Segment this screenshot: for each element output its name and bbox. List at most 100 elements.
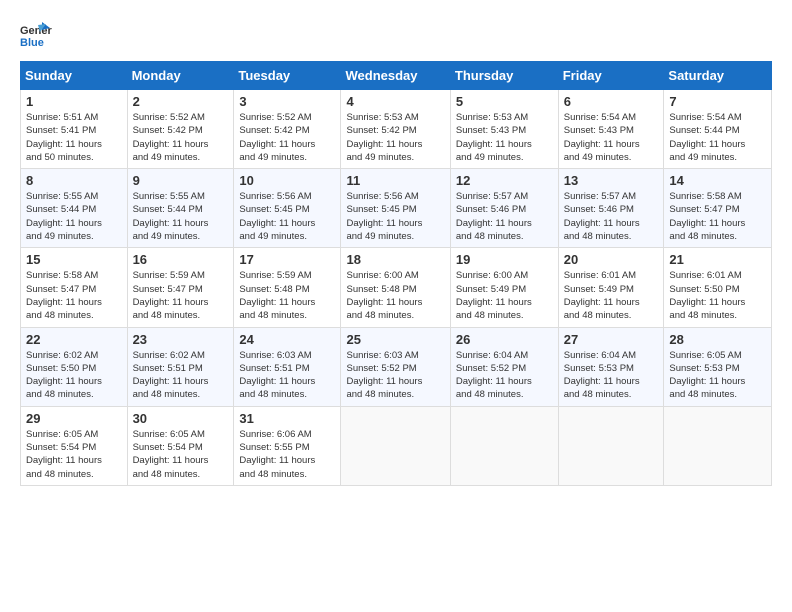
day-number: 31 bbox=[239, 411, 335, 426]
day-number: 5 bbox=[456, 94, 553, 109]
calendar-cell: 16 Sunrise: 5:59 AMSunset: 5:47 PMDaylig… bbox=[127, 248, 234, 327]
day-detail: Sunrise: 6:05 AMSunset: 5:54 PMDaylight:… bbox=[26, 428, 122, 481]
day-detail: Sunrise: 5:54 AMSunset: 5:44 PMDaylight:… bbox=[669, 111, 766, 164]
day-number: 7 bbox=[669, 94, 766, 109]
calendar-cell: 29 Sunrise: 6:05 AMSunset: 5:54 PMDaylig… bbox=[21, 406, 128, 485]
day-header-monday: Monday bbox=[127, 62, 234, 90]
day-detail: Sunrise: 6:05 AMSunset: 5:54 PMDaylight:… bbox=[133, 428, 229, 481]
calendar-cell: 9 Sunrise: 5:55 AMSunset: 5:44 PMDayligh… bbox=[127, 169, 234, 248]
calendar-cell: 7 Sunrise: 5:54 AMSunset: 5:44 PMDayligh… bbox=[664, 90, 772, 169]
day-header-saturday: Saturday bbox=[664, 62, 772, 90]
day-number: 25 bbox=[346, 332, 444, 347]
day-detail: Sunrise: 6:00 AMSunset: 5:49 PMDaylight:… bbox=[456, 269, 553, 322]
day-number: 15 bbox=[26, 252, 122, 267]
day-number: 8 bbox=[26, 173, 122, 188]
day-header-tuesday: Tuesday bbox=[234, 62, 341, 90]
day-detail: Sunrise: 6:02 AMSunset: 5:50 PMDaylight:… bbox=[26, 349, 122, 402]
day-header-sunday: Sunday bbox=[21, 62, 128, 90]
day-number: 10 bbox=[239, 173, 335, 188]
day-number: 2 bbox=[133, 94, 229, 109]
calendar-cell: 24 Sunrise: 6:03 AMSunset: 5:51 PMDaylig… bbox=[234, 327, 341, 406]
calendar-cell bbox=[664, 406, 772, 485]
day-number: 24 bbox=[239, 332, 335, 347]
day-detail: Sunrise: 6:06 AMSunset: 5:55 PMDaylight:… bbox=[239, 428, 335, 481]
day-number: 17 bbox=[239, 252, 335, 267]
day-number: 27 bbox=[564, 332, 659, 347]
calendar-cell: 3 Sunrise: 5:52 AMSunset: 5:42 PMDayligh… bbox=[234, 90, 341, 169]
calendar-cell: 17 Sunrise: 5:59 AMSunset: 5:48 PMDaylig… bbox=[234, 248, 341, 327]
day-detail: Sunrise: 6:03 AMSunset: 5:52 PMDaylight:… bbox=[346, 349, 444, 402]
calendar-cell: 23 Sunrise: 6:02 AMSunset: 5:51 PMDaylig… bbox=[127, 327, 234, 406]
day-number: 21 bbox=[669, 252, 766, 267]
page-header: General Blue bbox=[20, 20, 772, 53]
svg-text:Blue: Blue bbox=[20, 37, 44, 48]
day-detail: Sunrise: 5:56 AMSunset: 5:45 PMDaylight:… bbox=[239, 190, 335, 243]
day-detail: Sunrise: 5:56 AMSunset: 5:45 PMDaylight:… bbox=[346, 190, 444, 243]
day-number: 22 bbox=[26, 332, 122, 347]
day-detail: Sunrise: 6:03 AMSunset: 5:51 PMDaylight:… bbox=[239, 349, 335, 402]
calendar-cell: 10 Sunrise: 5:56 AMSunset: 5:45 PMDaylig… bbox=[234, 169, 341, 248]
calendar-cell: 13 Sunrise: 5:57 AMSunset: 5:46 PMDaylig… bbox=[558, 169, 664, 248]
day-number: 3 bbox=[239, 94, 335, 109]
calendar-cell: 2 Sunrise: 5:52 AMSunset: 5:42 PMDayligh… bbox=[127, 90, 234, 169]
day-number: 12 bbox=[456, 173, 553, 188]
calendar-table: SundayMondayTuesdayWednesdayThursdayFrid… bbox=[20, 61, 772, 486]
day-detail: Sunrise: 5:57 AMSunset: 5:46 PMDaylight:… bbox=[564, 190, 659, 243]
day-detail: Sunrise: 6:00 AMSunset: 5:48 PMDaylight:… bbox=[346, 269, 444, 322]
day-detail: Sunrise: 6:02 AMSunset: 5:51 PMDaylight:… bbox=[133, 349, 229, 402]
day-number: 4 bbox=[346, 94, 444, 109]
day-detail: Sunrise: 5:53 AMSunset: 5:42 PMDaylight:… bbox=[346, 111, 444, 164]
day-detail: Sunrise: 6:04 AMSunset: 5:53 PMDaylight:… bbox=[564, 349, 659, 402]
calendar-cell: 11 Sunrise: 5:56 AMSunset: 5:45 PMDaylig… bbox=[341, 169, 450, 248]
day-detail: Sunrise: 5:55 AMSunset: 5:44 PMDaylight:… bbox=[133, 190, 229, 243]
calendar-cell: 21 Sunrise: 6:01 AMSunset: 5:50 PMDaylig… bbox=[664, 248, 772, 327]
day-detail: Sunrise: 6:04 AMSunset: 5:52 PMDaylight:… bbox=[456, 349, 553, 402]
day-detail: Sunrise: 5:59 AMSunset: 5:47 PMDaylight:… bbox=[133, 269, 229, 322]
day-number: 1 bbox=[26, 94, 122, 109]
day-detail: Sunrise: 5:52 AMSunset: 5:42 PMDaylight:… bbox=[133, 111, 229, 164]
day-number: 30 bbox=[133, 411, 229, 426]
day-detail: Sunrise: 6:05 AMSunset: 5:53 PMDaylight:… bbox=[669, 349, 766, 402]
day-detail: Sunrise: 5:53 AMSunset: 5:43 PMDaylight:… bbox=[456, 111, 553, 164]
day-detail: Sunrise: 5:58 AMSunset: 5:47 PMDaylight:… bbox=[26, 269, 122, 322]
day-detail: Sunrise: 5:54 AMSunset: 5:43 PMDaylight:… bbox=[564, 111, 659, 164]
calendar-cell: 5 Sunrise: 5:53 AMSunset: 5:43 PMDayligh… bbox=[450, 90, 558, 169]
calendar-cell bbox=[341, 406, 450, 485]
calendar-cell: 15 Sunrise: 5:58 AMSunset: 5:47 PMDaylig… bbox=[21, 248, 128, 327]
day-header-friday: Friday bbox=[558, 62, 664, 90]
day-header-wednesday: Wednesday bbox=[341, 62, 450, 90]
calendar-cell: 26 Sunrise: 6:04 AMSunset: 5:52 PMDaylig… bbox=[450, 327, 558, 406]
calendar-cell: 1 Sunrise: 5:51 AMSunset: 5:41 PMDayligh… bbox=[21, 90, 128, 169]
day-number: 28 bbox=[669, 332, 766, 347]
day-number: 14 bbox=[669, 173, 766, 188]
calendar-week-row: 1 Sunrise: 5:51 AMSunset: 5:41 PMDayligh… bbox=[21, 90, 772, 169]
day-detail: Sunrise: 5:58 AMSunset: 5:47 PMDaylight:… bbox=[669, 190, 766, 243]
day-detail: Sunrise: 5:51 AMSunset: 5:41 PMDaylight:… bbox=[26, 111, 122, 164]
calendar-week-row: 29 Sunrise: 6:05 AMSunset: 5:54 PMDaylig… bbox=[21, 406, 772, 485]
calendar-week-row: 15 Sunrise: 5:58 AMSunset: 5:47 PMDaylig… bbox=[21, 248, 772, 327]
day-detail: Sunrise: 5:55 AMSunset: 5:44 PMDaylight:… bbox=[26, 190, 122, 243]
calendar-cell: 25 Sunrise: 6:03 AMSunset: 5:52 PMDaylig… bbox=[341, 327, 450, 406]
calendar-cell: 27 Sunrise: 6:04 AMSunset: 5:53 PMDaylig… bbox=[558, 327, 664, 406]
calendar-cell: 12 Sunrise: 5:57 AMSunset: 5:46 PMDaylig… bbox=[450, 169, 558, 248]
day-number: 19 bbox=[456, 252, 553, 267]
calendar-cell: 31 Sunrise: 6:06 AMSunset: 5:55 PMDaylig… bbox=[234, 406, 341, 485]
calendar-cell: 19 Sunrise: 6:00 AMSunset: 5:49 PMDaylig… bbox=[450, 248, 558, 327]
day-number: 9 bbox=[133, 173, 229, 188]
day-detail: Sunrise: 5:57 AMSunset: 5:46 PMDaylight:… bbox=[456, 190, 553, 243]
calendar-cell: 8 Sunrise: 5:55 AMSunset: 5:44 PMDayligh… bbox=[21, 169, 128, 248]
calendar-cell: 22 Sunrise: 6:02 AMSunset: 5:50 PMDaylig… bbox=[21, 327, 128, 406]
day-header-thursday: Thursday bbox=[450, 62, 558, 90]
calendar-cell bbox=[558, 406, 664, 485]
calendar-cell: 30 Sunrise: 6:05 AMSunset: 5:54 PMDaylig… bbox=[127, 406, 234, 485]
calendar-cell: 4 Sunrise: 5:53 AMSunset: 5:42 PMDayligh… bbox=[341, 90, 450, 169]
day-number: 16 bbox=[133, 252, 229, 267]
day-number: 18 bbox=[346, 252, 444, 267]
day-detail: Sunrise: 5:52 AMSunset: 5:42 PMDaylight:… bbox=[239, 111, 335, 164]
day-number: 26 bbox=[456, 332, 553, 347]
day-number: 20 bbox=[564, 252, 659, 267]
calendar-cell: 18 Sunrise: 6:00 AMSunset: 5:48 PMDaylig… bbox=[341, 248, 450, 327]
calendar-cell: 28 Sunrise: 6:05 AMSunset: 5:53 PMDaylig… bbox=[664, 327, 772, 406]
day-number: 13 bbox=[564, 173, 659, 188]
logo-icon: General Blue bbox=[20, 20, 52, 53]
